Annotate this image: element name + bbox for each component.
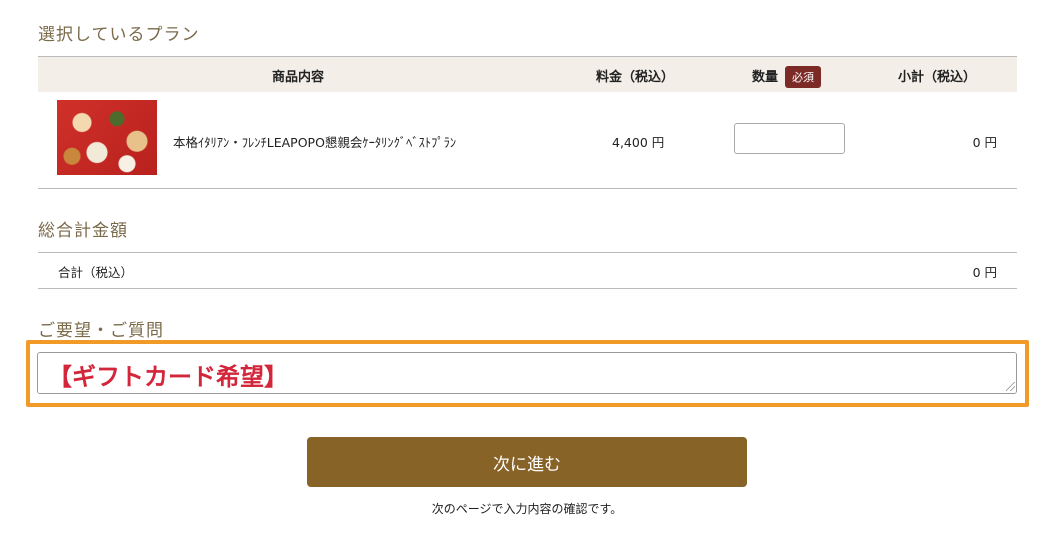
plan-table-header: 商品内容 料金（税込） 数量 必須 小計（税込） bbox=[38, 56, 1017, 92]
plan-section-title: 選択しているプラン bbox=[38, 25, 200, 45]
required-badge: 必須 bbox=[785, 66, 821, 88]
request-textarea[interactable]: 【ギフトカード希望】 bbox=[37, 352, 1017, 394]
header-quantity: 数量 bbox=[752, 70, 779, 85]
plan-name: 本格ｲﾀﾘｱﾝ・ﾌﾚﾝﾁLEAPOPO懇親会ｹｰﾀﾘﾝｸﾞﾍﾞｽﾄﾌﾟﾗﾝ bbox=[173, 135, 457, 150]
total-label: 合計（税込） bbox=[58, 265, 134, 280]
header-item: 商品内容 bbox=[272, 70, 325, 85]
header-subtotal: 小計（税込） bbox=[898, 70, 977, 85]
plan-price: 4,400 円 bbox=[612, 135, 665, 150]
total-table: 合計（税込） 0 円 bbox=[38, 252, 1017, 289]
total-value: 0 円 bbox=[972, 265, 997, 280]
plan-table: 商品内容 料金（税込） 数量 必須 小計（税込） 本格ｲﾀﾘｱﾝ・ﾌﾚﾝﾁLEA… bbox=[38, 56, 1017, 189]
request-section-title: ご要望・ご質問 bbox=[38, 321, 164, 341]
quantity-input[interactable] bbox=[734, 123, 845, 154]
header-price: 料金（税込） bbox=[596, 70, 675, 85]
plan-row: 本格ｲﾀﾘｱﾝ・ﾌﾚﾝﾁLEAPOPO懇親会ｹｰﾀﾘﾝｸﾞﾍﾞｽﾄﾌﾟﾗﾝ 4,… bbox=[38, 92, 1017, 189]
confirmation-note: 次のページで入力内容の確認です。 bbox=[431, 502, 623, 516]
next-button[interactable]: 次に進む bbox=[307, 437, 747, 487]
total-section-title: 総合計金額 bbox=[38, 221, 128, 241]
plan-subtotal: 0 円 bbox=[972, 135, 997, 150]
plan-thumbnail-image bbox=[57, 100, 157, 175]
resize-grip-icon[interactable] bbox=[1006, 382, 1015, 391]
